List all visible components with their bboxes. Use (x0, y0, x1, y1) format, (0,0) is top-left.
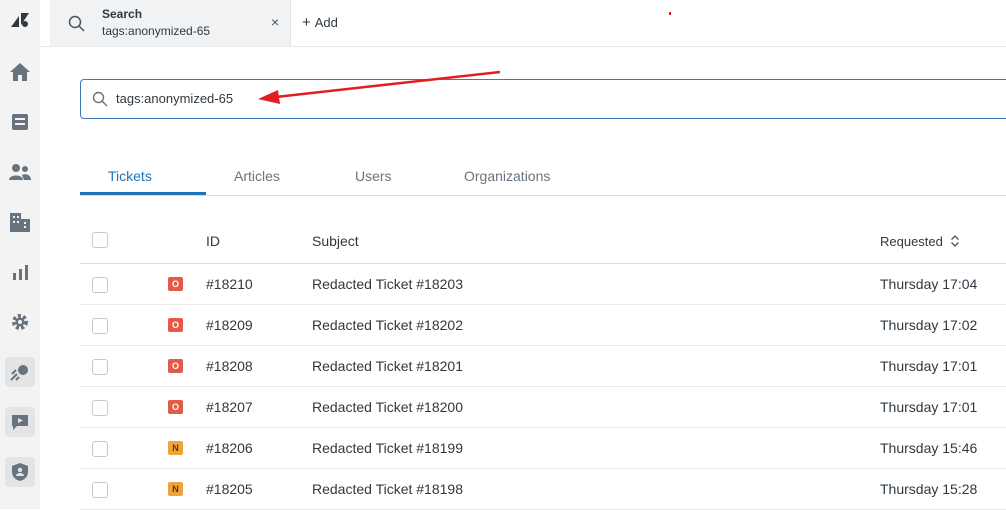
search-tab[interactable]: Search tags:anonymized-65 × (50, 0, 291, 46)
status-badge: N (168, 482, 183, 496)
top-tab-bar: Search tags:anonymized-65 × + Add (40, 0, 1006, 47)
status-badge: N (168, 441, 183, 455)
ticket-id: #18209 (206, 317, 253, 333)
column-header-requested[interactable]: Requested (880, 234, 960, 249)
row-checkbox[interactable] (92, 441, 108, 457)
table-row[interactable]: O #18210 Redacted Ticket #18203 Thursday… (80, 264, 1006, 305)
ticket-id: #18206 (206, 440, 253, 456)
admin-gear-icon[interactable] (5, 307, 35, 337)
search-icon (92, 91, 108, 112)
app-icon[interactable] (5, 357, 35, 387)
active-tab-indicator (80, 192, 206, 195)
views-icon[interactable] (5, 107, 35, 137)
ticket-requested: Thursday 15:28 (880, 481, 978, 497)
ticket-requested: Thursday 17:04 (880, 276, 978, 292)
customers-icon[interactable] (5, 157, 35, 187)
close-icon[interactable]: × (271, 14, 279, 30)
column-header-subject[interactable]: Subject (312, 233, 359, 249)
requested-header-label: Requested (880, 234, 943, 249)
video-app-icon[interactable] (5, 407, 35, 437)
result-tabs: Tickets Articles Users Organizations (80, 160, 1006, 196)
search-field[interactable] (80, 79, 1006, 119)
select-all-checkbox[interactable] (92, 232, 108, 248)
status-badge: O (168, 277, 183, 291)
shield-app-icon[interactable] (5, 457, 35, 487)
search-tab-subtitle: tags:anonymized-65 (102, 24, 211, 38)
table-row[interactable]: N #18206 Redacted Ticket #18199 Thursday… (80, 428, 1006, 469)
row-checkbox[interactable] (92, 482, 108, 498)
ticket-subject[interactable]: Redacted Ticket #18202 (312, 317, 463, 333)
ticket-subject[interactable]: Redacted Ticket #18199 (312, 440, 463, 456)
status-badge: O (168, 400, 183, 414)
ticket-requested: Thursday 17:01 (880, 358, 978, 374)
table-row[interactable]: O #18208 Redacted Ticket #18201 Thursday… (80, 346, 1006, 387)
table-row[interactable]: O #18207 Redacted Ticket #18200 Thursday… (80, 387, 1006, 428)
ticket-id: #18210 (206, 276, 253, 292)
organizations-icon[interactable] (5, 207, 35, 237)
tab-articles[interactable]: Articles (234, 168, 280, 184)
reporting-icon[interactable] (5, 257, 35, 287)
table-header: ID Subject Requested (80, 222, 1006, 264)
row-checkbox[interactable] (92, 277, 108, 293)
ticket-requested: Thursday 17:01 (880, 399, 978, 415)
ticket-id: #18207 (206, 399, 253, 415)
ticket-id: #18208 (206, 358, 253, 374)
ticket-subject[interactable]: Redacted Ticket #18198 (312, 481, 463, 497)
ticket-requested: Thursday 17:02 (880, 317, 978, 333)
table-row[interactable]: O #18209 Redacted Ticket #18202 Thursday… (80, 305, 1006, 346)
column-header-id[interactable]: ID (206, 233, 220, 249)
status-badge: O (168, 318, 183, 332)
ticket-subject[interactable]: Redacted Ticket #18203 (312, 276, 463, 292)
search-input[interactable] (116, 88, 516, 108)
search-tab-title: Search (102, 7, 143, 21)
status-badge: O (168, 359, 183, 373)
tab-tickets[interactable]: Tickets (108, 168, 152, 184)
table-row[interactable]: N #18205 Redacted Ticket #18198 Thursday… (80, 469, 1006, 510)
ticket-subject[interactable]: Redacted Ticket #18201 (312, 358, 463, 374)
add-tab-label: Add (314, 15, 338, 30)
sort-icon (950, 235, 959, 247)
ticket-subject[interactable]: Redacted Ticket #18200 (312, 399, 463, 415)
left-nav (0, 0, 40, 509)
add-tab-button[interactable]: + Add (302, 14, 338, 31)
home-icon[interactable] (5, 57, 35, 87)
ticket-requested: Thursday 15:46 (880, 440, 978, 456)
tab-organizations[interactable]: Organizations (464, 168, 550, 184)
stray-red-mark (669, 12, 671, 15)
search-icon (68, 15, 85, 37)
tab-users[interactable]: Users (355, 168, 392, 184)
plus-icon: + (302, 14, 311, 31)
row-checkbox[interactable] (92, 318, 108, 334)
row-checkbox[interactable] (92, 400, 108, 416)
zendesk-logo-icon[interactable] (5, 5, 35, 35)
ticket-id: #18205 (206, 481, 253, 497)
row-checkbox[interactable] (92, 359, 108, 375)
